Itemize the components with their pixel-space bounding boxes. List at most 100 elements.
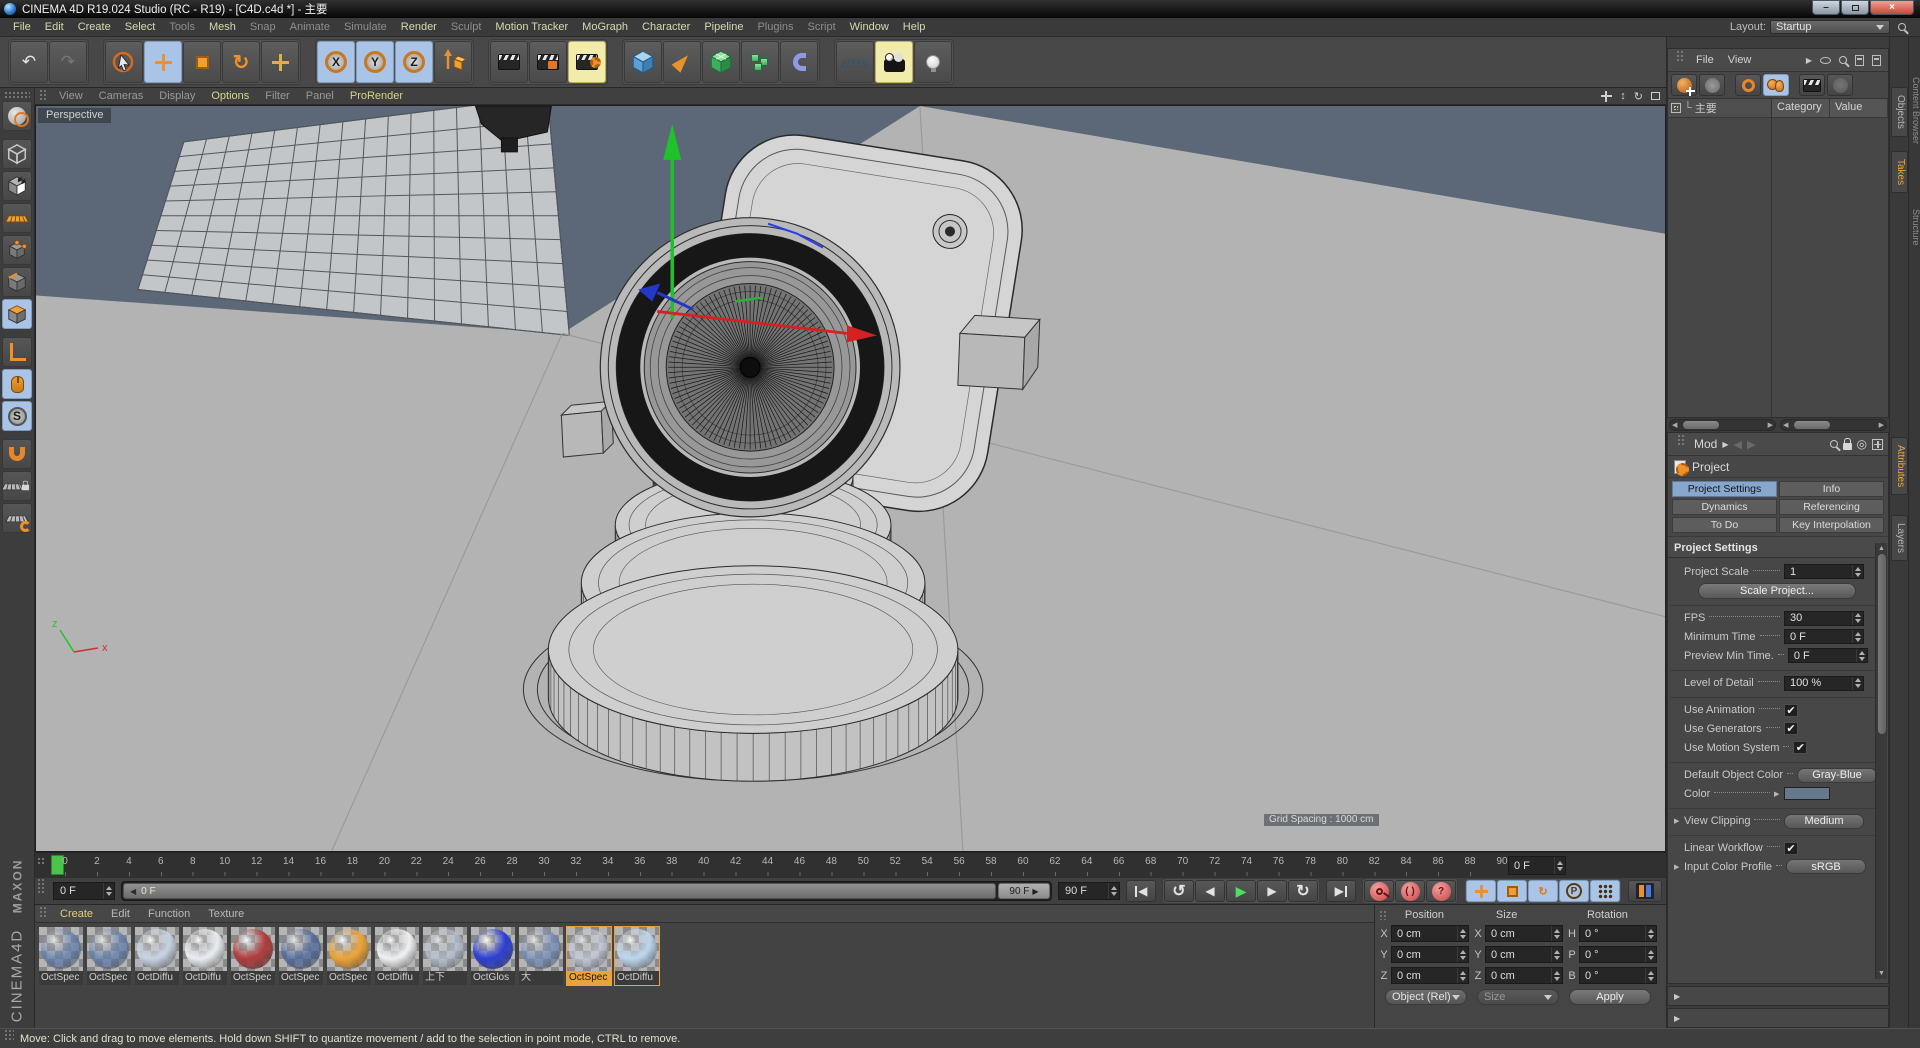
expand-arrow-icon[interactable]: ▶ [1674, 863, 1684, 871]
dock-tab-objects[interactable]: Objects [1891, 87, 1908, 137]
maximize-button[interactable] [1841, 0, 1869, 15]
material-item-3[interactable]: OctDiffu [134, 926, 180, 986]
use-animation-checkbox[interactable]: ✔ [1784, 703, 1798, 717]
scroll-down-icon[interactable]: ▼ [1878, 970, 1885, 977]
key-scale-toggle[interactable] [1497, 880, 1527, 902]
input-color-profile-button[interactable]: sRGB [1786, 859, 1867, 874]
tab-to-do[interactable]: To Do [1672, 517, 1777, 533]
panel-layout-icon-2[interactable] [1872, 54, 1881, 66]
viewport-menu-prorender[interactable]: ProRender [342, 90, 411, 102]
lock-y-axis-button[interactable]: Y [356, 41, 394, 83]
dock-tab-attributes[interactable]: Attributes [1891, 437, 1908, 496]
coordinate-system-button[interactable] [434, 41, 472, 83]
scroll-right-icon[interactable]: ▶ [1768, 421, 1773, 429]
expand-arrow-icon[interactable]: ▶ [1774, 790, 1784, 798]
object-mode-dropdown[interactable]: Object (Rel) [1385, 989, 1467, 1005]
menu-plugins[interactable]: Plugins [750, 21, 800, 33]
coord-field-z-0[interactable]: 0 cm [1391, 967, 1469, 984]
default-object-color-button[interactable]: Gray-Blue [1797, 767, 1878, 783]
lock-icon[interactable] [1842, 438, 1852, 450]
material-item-12[interactable]: OctSpec [566, 926, 612, 986]
material-item-11[interactable]: 大 [518, 926, 564, 986]
previous-key-button[interactable]: ↺ [1164, 880, 1194, 902]
color-swatch[interactable] [1784, 787, 1830, 800]
coord-field-x-1[interactable]: 0 cm [1485, 925, 1563, 942]
takes-handle[interactable] [1676, 50, 1684, 62]
key-pla-toggle[interactable] [1590, 880, 1620, 902]
scale-tool-button[interactable] [183, 41, 221, 83]
lock-z-axis-button[interactable]: Z [395, 41, 433, 83]
menu-select[interactable]: Select [118, 21, 163, 33]
minimize-button[interactable]: – [1812, 0, 1840, 15]
scrubber-end-cap[interactable]: 90 F ▶ [998, 883, 1050, 899]
redo-button[interactable]: ↷ [49, 41, 87, 83]
timeline-ruler[interactable]: 0 2 4 6 8 10 12 14 16 18 20 22 24 26 28 30 32 34 36 38 40 42 4… [35, 852, 1666, 878]
last-tool-button[interactable] [261, 41, 299, 83]
size-mode-dropdown[interactable]: Size [1477, 989, 1559, 1005]
coord-field-z-1[interactable]: 0 cm [1485, 967, 1563, 984]
panel-layout-icon[interactable] [1855, 54, 1864, 66]
tab-dynamics[interactable]: Dynamics [1672, 499, 1777, 515]
material-item-10[interactable]: OctGlos [470, 926, 516, 986]
value-column-header[interactable]: Value [1830, 99, 1888, 117]
toggle-view-icon[interactable] [1651, 92, 1660, 100]
end-frame-field[interactable]: 90 F [1058, 882, 1120, 900]
render-all-takes-button[interactable] [1827, 74, 1853, 96]
material-menu-create[interactable]: Create [51, 908, 102, 920]
menu-file[interactable]: File [6, 21, 38, 33]
expand-arrow-icon[interactable]: ▶ [1674, 817, 1684, 825]
horizontal-scrollbar[interactable]: ◀ ▶ [1669, 419, 1776, 431]
play-button[interactable]: ▶ [1226, 880, 1256, 902]
menu-window[interactable]: Window [843, 21, 896, 33]
rotate-tool-button[interactable]: ↻ [222, 41, 260, 83]
stepper-icon[interactable] [1551, 947, 1562, 962]
tab-info[interactable]: Info [1779, 481, 1884, 497]
current-frame-field[interactable]: 0 F [53, 882, 115, 900]
history-forward-icon[interactable]: ▶ [1747, 438, 1755, 451]
tab-referencing[interactable]: Referencing [1779, 499, 1884, 515]
viewport-menu-options[interactable]: Options [203, 90, 257, 102]
live-selection-button[interactable] [105, 41, 143, 83]
scroll-right-icon[interactable]: ▶ [1879, 421, 1884, 429]
material-item-6[interactable]: OctSpec [278, 926, 324, 986]
stepper-icon[interactable] [1554, 857, 1565, 874]
material-menu-function[interactable]: Function [139, 908, 199, 920]
scroll-left-icon[interactable]: ◀ [1672, 421, 1677, 429]
mograph-cloner-button[interactable] [741, 41, 779, 83]
edge-tab-content-browser[interactable]: Content Browser [1909, 73, 1920, 148]
material-item-5[interactable]: OctSpec [230, 926, 276, 986]
scrollbar-thumb[interactable] [1682, 421, 1720, 429]
material-item-9[interactable]: 上下 [422, 926, 468, 986]
camera-label[interactable]: Perspective [38, 108, 112, 123]
render-view-button[interactable] [490, 41, 528, 83]
stepper-icon[interactable] [1457, 968, 1468, 983]
viewport-menu-cameras[interactable]: Cameras [91, 90, 152, 102]
make-editable-button[interactable] [2, 101, 32, 131]
zoom-view-icon[interactable]: ↕ [1620, 90, 1626, 102]
auto-take-button[interactable] [1735, 74, 1761, 96]
apply-button[interactable]: Apply [1569, 989, 1651, 1005]
texture-mode-button[interactable] [2, 171, 32, 201]
model-mode-button[interactable] [2, 139, 32, 169]
vertical-scrollbar[interactable]: ▲ ▼ [1875, 543, 1887, 979]
stepper-icon[interactable] [1645, 947, 1656, 962]
viewport-menu-view[interactable]: View [51, 90, 91, 102]
scrollbar-thumb[interactable] [1877, 554, 1886, 734]
tab-project-settings[interactable]: Project Settings [1672, 481, 1777, 497]
search-icon[interactable] [1829, 440, 1838, 448]
add-floor-button[interactable] [836, 41, 874, 83]
viewport-menu-display[interactable]: Display [151, 90, 203, 102]
material-panel-handle[interactable] [39, 906, 47, 917]
add-deformer-button[interactable] [780, 41, 818, 83]
search-icon[interactable] [1898, 23, 1906, 31]
snap-toggle-button[interactable]: S [2, 401, 32, 431]
stepper-icon[interactable] [1852, 611, 1863, 625]
coord-field-h-2[interactable]: 0 ° [1579, 925, 1657, 942]
menu-help[interactable]: Help [896, 21, 933, 33]
coord-field-p-2[interactable]: 0 ° [1579, 946, 1657, 963]
material-item-8[interactable]: OctDiffu [374, 926, 420, 986]
material-item-7[interactable]: OctSpec [326, 926, 372, 986]
category-column-header[interactable]: Category [1772, 99, 1830, 117]
render-marked-takes-button[interactable] [1799, 74, 1825, 96]
coord-field-b-2[interactable]: 0 ° [1579, 967, 1657, 984]
